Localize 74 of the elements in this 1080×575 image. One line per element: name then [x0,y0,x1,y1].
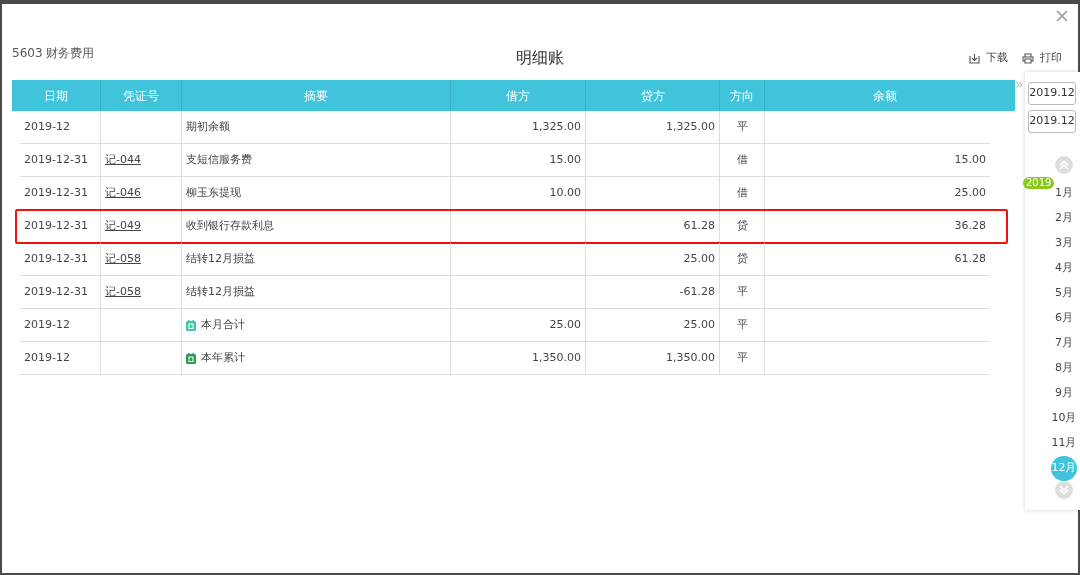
table-cell-text: 36.28 [954,217,986,234]
table-cell-text: 平 [736,349,748,366]
table-cell-text: 贷 [736,217,748,234]
table-cell-text: 平 [736,283,748,300]
table-cell-text: 结转12月损益 [186,250,255,267]
table-cell-text: 本月合计 [201,316,245,333]
table-cell-text: 平 [736,316,748,333]
table-cell-text: 1,350.00 [666,349,715,366]
calendar-icon [186,319,196,331]
table-cell-text: 2019-12-31 [24,283,88,300]
calendar-icon [186,352,196,364]
table-cell-text: 借 [736,151,748,168]
voucher-link[interactable]: 记-044 [105,151,141,169]
table-cell-text: 平 [736,118,748,135]
table-cell-text: 61.28 [683,217,715,234]
table-cell-text: 收到银行存款利息 [186,217,274,234]
scroll-up-icon[interactable] [1055,156,1073,174]
table-cell-text: 2019-12 [24,118,70,135]
print-icon [1022,52,1034,64]
table-cell-text: 2019-12-31 [24,250,88,267]
scroll-down-icon[interactable] [1055,481,1073,499]
voucher-link[interactable]: 记-049 [105,217,141,235]
month-item[interactable]: 7月 [1051,331,1077,356]
month-item[interactable]: 5月 [1051,281,1077,306]
column-header: 借方 [450,80,585,111]
table-cell-text: 25.00 [954,184,986,201]
column-header: 日期 [43,87,69,105]
voucher-link[interactable]: 记-058 [105,250,141,268]
table-cell-text: 本年累计 [201,349,245,366]
month-item[interactable]: 2月 [1051,206,1077,231]
column-header: 摘要 [181,80,450,111]
voucher-link[interactable]: 记-046 [105,184,141,202]
table-cell-text: 25.00 [683,316,715,333]
table-cell-text: 结转12月损益 [186,283,255,300]
month-item[interactable]: 3月 [1051,231,1077,256]
column-header: 凭证号 [100,80,181,111]
end-period-field[interactable]: 2019.12 [1028,110,1076,133]
month-item[interactable]: 6月 [1051,306,1077,331]
year-badge: 2019 [1023,177,1055,189]
month-item[interactable]: 11月 [1051,431,1077,456]
table-cell-text: -61.28 [679,283,715,300]
table-cell-text: 2019-12 [24,349,70,366]
table-cell-text: 贷 [736,250,748,267]
table-cell-text: 1,325.00 [666,118,715,135]
table-cell-text: 15.00 [954,151,986,168]
month-item[interactable]: 4月 [1051,256,1077,281]
table-cell-text: 61.28 [954,250,986,267]
download-button[interactable]: 下载 [969,49,1008,67]
month-item[interactable]: 8月 [1051,356,1077,381]
voucher-link[interactable]: 记-058 [105,283,141,301]
table-cell-text: 期初余额 [186,118,230,135]
table-cell-text: 支短信服务费 [186,151,252,168]
table-cell-text: 1,325.00 [532,118,581,135]
column-header: 余额 [764,80,1005,111]
table-cell-text: 10.00 [549,184,581,201]
table-cell-text: 2019-12-31 [24,217,88,234]
table-cell-text: 2019-12 [24,316,70,333]
table-cell-text: 25.00 [683,250,715,267]
account-label: 5603 财务费用 [12,45,95,62]
start-period-field[interactable]: 2019.12 [1028,82,1076,105]
column-header: 贷方 [585,80,719,111]
table-cell-text: 25.00 [549,316,581,333]
download-icon [969,52,980,64]
table-cell-text: 柳玉东提现 [186,184,241,201]
table-cell-text: 2019-12-31 [24,151,88,168]
month-item[interactable]: 9月 [1051,381,1077,406]
table-cell-text: 15.00 [549,151,581,168]
print-button[interactable]: 打印 [1022,49,1062,67]
table-cell-text: 2019-12-31 [24,184,88,201]
column-header: 方向 [719,80,764,111]
table-cell-text: 1,350.00 [532,349,581,366]
month-item[interactable]: 10月 [1051,406,1077,431]
table-cell-text: 借 [736,184,748,201]
ledger-title: 明细账 [516,47,564,69]
